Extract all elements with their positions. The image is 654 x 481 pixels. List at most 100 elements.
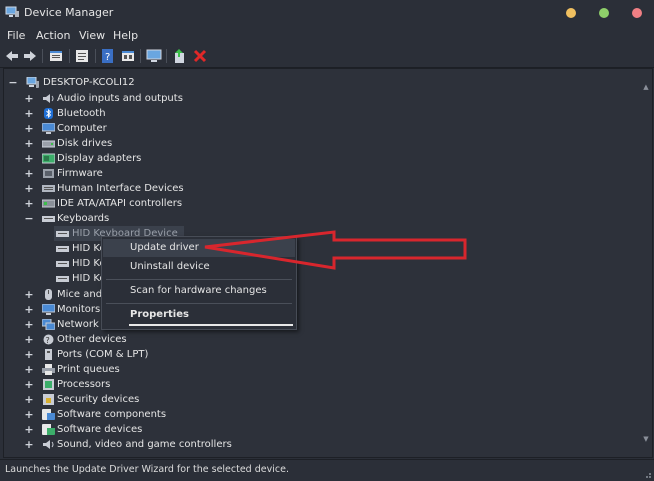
- expand-icon[interactable]: +: [24, 377, 34, 392]
- resize-grip-icon[interactable]: [642, 469, 652, 479]
- expand-icon[interactable]: +: [24, 362, 34, 377]
- tree-category[interactable]: + Disk drives: [24, 136, 244, 151]
- computer-icon: [42, 123, 55, 134]
- expand-icon[interactable]: +: [24, 196, 34, 211]
- tree-category[interactable]: + Software components: [24, 407, 204, 422]
- expand-icon[interactable]: +: [24, 437, 34, 452]
- uninstall-icon[interactable]: [192, 48, 208, 64]
- speaker-icon: [43, 94, 54, 103]
- tree-category[interactable]: + Ports (COM & LPT): [24, 347, 174, 362]
- menu-bar: File Action View Help: [0, 26, 654, 45]
- properties-menu-item[interactable]: Properties: [103, 306, 295, 324]
- category-label: Bluetooth: [57, 108, 106, 119]
- tree-category[interactable]: + Computer: [24, 121, 244, 136]
- tree-category[interactable]: + IDE ATA/ATAPI controllers: [24, 196, 264, 211]
- toolbar-separator: [95, 49, 96, 63]
- menu-file[interactable]: File: [7, 29, 25, 42]
- title-bar: Device Manager: [0, 0, 654, 26]
- view-icon[interactable]: [120, 48, 136, 64]
- scroll-down-arrow-icon[interactable]: ▼: [642, 435, 650, 443]
- expand-icon[interactable]: +: [24, 121, 34, 136]
- monitor-icon[interactable]: [146, 48, 162, 64]
- category-label: Sound, video and game controllers: [57, 439, 232, 450]
- maximize-button[interactable]: [599, 8, 609, 18]
- processor-icon: [43, 379, 54, 390]
- tree-category-expanded[interactable]: − Keyboards: [24, 211, 244, 226]
- window-title: Device Manager: [24, 6, 114, 19]
- back-arrow-icon[interactable]: [4, 48, 20, 64]
- scroll-up-arrow-icon[interactable]: ▲: [642, 83, 650, 91]
- close-button[interactable]: [632, 8, 642, 18]
- category-label: IDE ATA/ATAPI controllers: [57, 198, 183, 209]
- help-icon[interactable]: ?: [100, 48, 116, 64]
- tree-category[interactable]: + Bluetooth: [24, 106, 244, 121]
- tree-category[interactable]: + Security devices: [24, 392, 184, 407]
- mouse-icon: [45, 289, 52, 300]
- status-bar: Launches the Update Driver Wizard for th…: [0, 459, 654, 481]
- expand-icon[interactable]: +: [24, 91, 34, 106]
- toolbar-separator: [69, 49, 70, 63]
- menu-separator: [106, 303, 292, 304]
- tree-category[interactable]: + Print queues: [24, 362, 164, 377]
- menu-item-label: Properties: [130, 309, 189, 320]
- properties-underline: [129, 324, 293, 326]
- menu-help[interactable]: Help: [113, 29, 138, 42]
- tree-category[interactable]: + Processors: [24, 377, 164, 392]
- details-icon[interactable]: [74, 48, 90, 64]
- tree-category[interactable]: + Display adapters: [24, 151, 244, 166]
- vertical-scrollbar[interactable]: ▲ ▼: [642, 83, 650, 443]
- tree-category[interactable]: + Software devices: [24, 422, 184, 437]
- forward-arrow-icon[interactable]: [22, 48, 38, 64]
- context-menu: Update driver Uninstall device Scan for …: [101, 236, 297, 330]
- category-label: Audio inputs and outputs: [57, 93, 183, 104]
- category-label: Disk drives: [57, 138, 113, 149]
- collapse-icon[interactable]: −: [8, 75, 18, 90]
- tree-category[interactable]: + Firmware: [24, 166, 244, 181]
- category-label: Security devices: [57, 394, 140, 405]
- keyboard-icon: [56, 261, 69, 267]
- expand-icon[interactable]: +: [24, 106, 34, 121]
- software-device-icon: [42, 424, 55, 435]
- minimize-button[interactable]: [566, 8, 576, 18]
- collapse-icon[interactable]: −: [24, 211, 34, 226]
- expand-icon[interactable]: +: [24, 136, 34, 151]
- category-label: Processors: [57, 379, 111, 390]
- toolbar-separator: [140, 49, 141, 63]
- expand-icon[interactable]: +: [24, 392, 34, 407]
- tree-category[interactable]: + Sound, video and game controllers: [24, 437, 264, 452]
- tree-root[interactable]: − DESKTOP-KCOLI12: [8, 75, 208, 90]
- toolbar-separator: [42, 49, 43, 63]
- scan-hardware-menu-item[interactable]: Scan for hardware changes: [103, 282, 295, 300]
- expand-icon[interactable]: +: [24, 287, 34, 302]
- printer-icon: [42, 364, 55, 375]
- uninstall-device-menu-item[interactable]: Uninstall device: [103, 258, 295, 276]
- properties-icon[interactable]: [48, 48, 64, 64]
- tree-category[interactable]: + Human Interface Devices: [24, 181, 264, 196]
- speaker-icon: [43, 440, 54, 449]
- keyboard-icon: [56, 246, 69, 252]
- category-label: Computer: [57, 123, 107, 134]
- network-adapter-icon: [42, 319, 55, 330]
- keyboard-icon: [56, 276, 69, 282]
- category-label: Monitors: [57, 304, 101, 315]
- expand-icon[interactable]: +: [24, 166, 34, 181]
- status-text: Launches the Update Driver Wizard for th…: [5, 464, 289, 475]
- menu-view[interactable]: View: [79, 29, 105, 42]
- expand-icon[interactable]: +: [24, 332, 34, 347]
- expand-icon[interactable]: +: [24, 181, 34, 196]
- update-driver-menu-item[interactable]: Update driver: [103, 239, 295, 257]
- toolbar: ?: [0, 45, 654, 68]
- expand-icon[interactable]: +: [24, 407, 34, 422]
- expand-icon[interactable]: +: [24, 317, 34, 332]
- expand-icon[interactable]: +: [24, 302, 34, 317]
- menu-action[interactable]: Action: [36, 29, 70, 42]
- hid-icon: [42, 185, 55, 192]
- display-adapter-icon: [42, 153, 55, 164]
- expand-icon[interactable]: +: [24, 151, 34, 166]
- expand-icon[interactable]: +: [24, 422, 34, 437]
- menu-item-label: Update driver: [130, 242, 199, 253]
- tree-category[interactable]: +? Other devices: [24, 332, 164, 347]
- expand-icon[interactable]: +: [24, 347, 34, 362]
- tree-category[interactable]: + Audio inputs and outputs: [24, 91, 244, 106]
- update-driver-icon[interactable]: [172, 48, 188, 64]
